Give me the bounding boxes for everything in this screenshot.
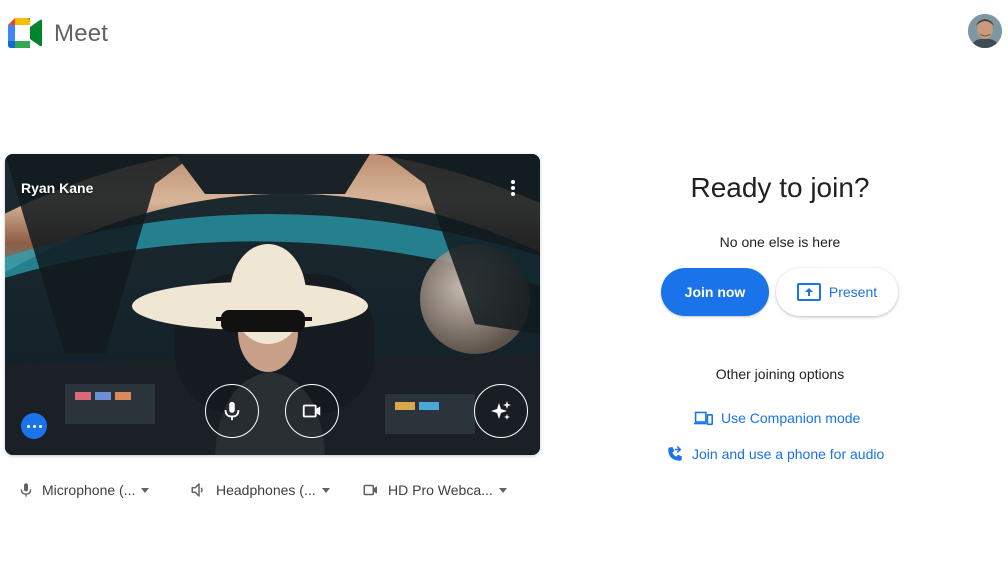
video-preview: Ryan Kane <box>5 154 540 455</box>
speaker-select[interactable]: Headphones (... <box>190 478 330 502</box>
phone-audio-link[interactable]: Join and use a phone for audio <box>666 443 884 465</box>
more-horiz-button[interactable] <box>21 413 47 439</box>
present-button[interactable]: Present <box>776 268 898 316</box>
chevron-down-icon <box>321 487 330 493</box>
videocam-icon <box>363 484 377 496</box>
microphone-select[interactable]: Microphone (... <box>18 478 150 502</box>
present-button-label: Present <box>828 284 878 300</box>
avatar-image <box>968 14 1002 48</box>
present-to-all-icon <box>796 283 821 301</box>
phone-audio-label: Join and use a phone for audio <box>692 446 885 462</box>
microphone-toggle-button[interactable] <box>205 384 259 438</box>
phone-forwarded-icon <box>668 445 682 461</box>
video-background <box>5 154 540 455</box>
camera-select[interactable]: HD Pro Webca... <box>362 478 507 502</box>
speaker-icon <box>191 483 203 497</box>
visual-effects-button[interactable] <box>474 384 528 438</box>
top-bar: Meet <box>0 0 1008 68</box>
participant-name: Ryan Kane <box>21 180 94 196</box>
join-now-button[interactable]: Join now <box>661 268 769 316</box>
companion-mode-link[interactable]: Use Companion mode <box>694 407 860 429</box>
other-joining-options-heading: Other joining options <box>715 366 845 382</box>
page-title: Ready to join? <box>690 172 870 203</box>
devices-icon <box>694 411 713 426</box>
companion-mode-label: Use Companion mode <box>721 410 861 426</box>
brand-name: Meet <box>54 20 109 47</box>
account-avatar[interactable] <box>968 14 1002 48</box>
chevron-down-icon <box>141 487 150 493</box>
sparkle-icon <box>491 401 511 420</box>
google-meet-logo-icon[interactable] <box>8 18 42 48</box>
microphone-select-label: Microphone (... <box>42 482 136 498</box>
speaker-select-label: Headphones (... <box>216 482 316 498</box>
camera-toggle-button[interactable] <box>285 384 339 438</box>
microphone-icon <box>20 483 32 497</box>
microphone-icon <box>224 401 240 421</box>
more-options-icon[interactable] <box>501 176 525 200</box>
videocam-icon <box>302 404 321 418</box>
camera-select-label: HD Pro Webca... <box>388 482 493 498</box>
participants-status: No one else is here <box>719 234 841 250</box>
chevron-down-icon <box>498 487 507 493</box>
